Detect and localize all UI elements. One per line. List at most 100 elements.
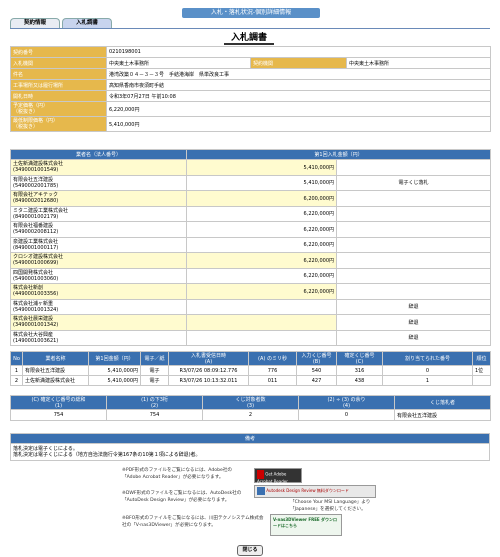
- remarks-table: 備考 落札決定は電子くじによる。 落札決定は電子くじによる（地方自治法施行令第1…: [10, 433, 490, 461]
- planned-price-label: 予定価格（円） （税抜き）: [10, 101, 107, 117]
- bidder-name: 株式会社大谷興産 (1490001003621): [10, 329, 187, 346]
- note-dwf: ※DWF形式のファイルをご覧になるには、AutoDesk社の「AutoDesk …: [122, 491, 242, 503]
- lottery-cell: 776: [248, 365, 297, 376]
- calc-cell: 0: [298, 409, 395, 421]
- lottery-header-cell: 順位: [472, 351, 491, 366]
- bidder-amount: 6,220,000円: [186, 283, 337, 300]
- calc-header-cell: (C) 確定くじ番号の総和 (1): [10, 395, 107, 410]
- calc-cell: 754: [106, 409, 203, 421]
- lottery-calc-table: (C) 確定くじ番号の総和 (1) (1) の下3桁 (2) くじ対象者数 (3)(…: [10, 395, 491, 421]
- lottery-header-cell: 割り当てられた番号: [382, 351, 473, 366]
- bidder-name: 有限会社福番建設 (5490002008112): [10, 221, 187, 238]
- bidder-row: 株式会社新創 (4490001003356) 6,220,000円: [10, 283, 491, 300]
- bidder-note: [336, 221, 491, 238]
- bidder-note: 辞退: [336, 329, 491, 346]
- lottery-header-cell: (A) のミリ秒: [248, 351, 297, 366]
- calc-header-cell: くじ落札者: [394, 395, 491, 410]
- note-msi: 「Choose Your MSI Language」より「Japanese」を選…: [290, 500, 371, 512]
- adobe-reader-link[interactable]: Get Adobe Acrobat Reader: [254, 468, 302, 484]
- lottery-cell: R3/07/26 10:13:32.011: [168, 375, 249, 386]
- calc-header-cell: (2) ÷ (3) の余り (4): [298, 395, 395, 410]
- bidder-amount: 6,220,000円: [186, 267, 337, 284]
- bidder-name: 土佐新満建設株式会社 (3490001001549): [10, 159, 187, 176]
- opening-value: 令和3年07月27日 午前10:08: [105, 90, 492, 102]
- bidder-amount-header: 第1回入札金額（円）: [186, 149, 491, 160]
- bidder-name-header: 業者名（法人番号）: [10, 149, 187, 160]
- lottery-header-cell: 業者名称: [22, 351, 89, 366]
- bid-org-label: 入札機関: [10, 57, 107, 69]
- contract-no-value: 0210198001: [105, 46, 492, 58]
- calc-cell: 754: [10, 409, 107, 421]
- bidder-name: 四国開発株式会社 (5490001003060): [10, 267, 187, 284]
- bidder-note: [336, 283, 491, 300]
- bidder-name: 有限会社五洋建設 (5490002001785): [10, 174, 187, 191]
- lottery-row: 2 土佐新満建設株式会社 5,410,000円 電子 R3/07/26 10:13:32…: [10, 375, 491, 386]
- calc-cell: 2: [202, 409, 299, 421]
- calc-header-row: (C) 確定くじ番号の総和 (1) (1) の下3桁 (2) くじ対象者数 (3)(…: [10, 395, 491, 410]
- bidder-amount: 6,220,000円: [186, 221, 337, 238]
- lottery-cell: 1: [10, 365, 23, 376]
- calc-cell: 有限会社五洋建設: [394, 409, 491, 421]
- tab-divider: [10, 28, 490, 29]
- lottery-cell: 0: [382, 365, 473, 376]
- lottery-cell: 540: [296, 365, 337, 376]
- bidder-note: 辞退: [336, 298, 491, 315]
- lottery-header-cell: No: [10, 351, 23, 366]
- bid-org-value: 中央東土木事務所: [106, 57, 251, 69]
- lottery-cell: 011: [248, 375, 297, 386]
- bidder-name: 株式会社浦ヶ新重 (5490001001324): [10, 298, 187, 315]
- autodesk-link[interactable]: Autodesk Design Review 無料ダウンロード: [254, 485, 376, 498]
- lottery-cell: 有限会社五洋建設: [22, 365, 89, 376]
- page-title: 入札調書: [224, 30, 274, 45]
- contract-no-label: 契約番号: [10, 46, 107, 58]
- calc-row: 754 754 2 0 有限会社五洋建設: [10, 409, 491, 421]
- tab-bid-report[interactable]: 入札調書: [62, 18, 112, 28]
- bidder-row: 四国開発株式会社 (5490001003060) 6,220,000円: [10, 267, 491, 284]
- lottery-row: 1 有限会社五洋建設 5,410,000円 電子 R3/07/26 08:09:12.7…: [10, 365, 491, 376]
- contract-org-label: 契約機関: [250, 57, 347, 69]
- bidder-amount: 6,200,000円: [186, 190, 337, 207]
- bidder-note: [336, 267, 491, 284]
- bidder-name: 株式会社晨栄建設 (3490001001342): [10, 314, 187, 331]
- lottery-cell: 5,410,000円: [88, 375, 141, 386]
- calc-header-cell: くじ対象者数 (3): [202, 395, 299, 410]
- planned-price-value: 6,220,000円: [105, 101, 492, 117]
- tab-contract-info[interactable]: 契約情報: [10, 18, 60, 28]
- close-button[interactable]: 閉じる: [237, 545, 263, 556]
- lottery-cell: 438: [336, 375, 383, 386]
- bidder-note: 電子くじ落札: [336, 174, 491, 191]
- bidder-amount: 6,220,000円: [186, 236, 337, 253]
- lottery-cell: 1: [382, 375, 473, 386]
- lottery-cell: 316: [336, 365, 383, 376]
- min-price-label: 最低制限価格（円） （税抜き）: [10, 116, 107, 132]
- lottery-cell: R3/07/26 08:09:12.776: [168, 365, 249, 376]
- remarks-header: 備考: [10, 433, 490, 444]
- vnas-viewer-link[interactable]: V-nas3DViewer FREE ダウンロードはこちら: [270, 514, 342, 536]
- bidder-note: [336, 252, 491, 269]
- bidder-note: [336, 190, 491, 207]
- adobe-icon: [257, 470, 264, 479]
- bidder-name: 泉建設工業株式会社 (8490001000117): [10, 236, 187, 253]
- bidder-row: 株式会社晨栄建設 (3490001001342) 辞退: [10, 314, 491, 331]
- lottery-cell: [472, 375, 491, 386]
- autodesk-icon: [257, 487, 265, 495]
- bidder-row: 有限会社五洋建設 (5490002001785) 5,410,000円 電子くじ落札: [10, 174, 491, 191]
- bidder-amount: 6,220,000円: [186, 252, 337, 269]
- bidder-amount: [186, 314, 337, 331]
- lottery-cell: 5,410,000円: [88, 365, 141, 376]
- contract-org-value: 中央東土木事務所: [345, 57, 492, 69]
- lottery-cell: 2: [10, 375, 23, 386]
- bidder-row: 土佐新満建設株式会社 (3490001001549) 5,410,000円: [10, 159, 491, 176]
- case-name-label: 件名: [10, 68, 107, 80]
- lottery-header-cell: 確定くじ番号 (C): [336, 351, 383, 366]
- bidder-note: 辞退: [336, 314, 491, 331]
- place-value: 高知県香南市夜須町手結: [105, 79, 492, 91]
- bidder-name: ミタニ建設工業株式会社 (8490001002179): [10, 205, 187, 222]
- bidder-note: [336, 159, 491, 176]
- lottery-cell: 1位: [472, 365, 491, 376]
- tab-bar: 契約情報 入札調書: [10, 18, 112, 28]
- lottery-header-cell: 第1回金額（円）: [88, 351, 141, 366]
- bidder-row: 株式会社大谷興産 (1490001003621) 辞退: [10, 329, 491, 346]
- bidder-note: [336, 205, 491, 222]
- bidder-name: 有限会社アキテック (8490002012680): [10, 190, 187, 207]
